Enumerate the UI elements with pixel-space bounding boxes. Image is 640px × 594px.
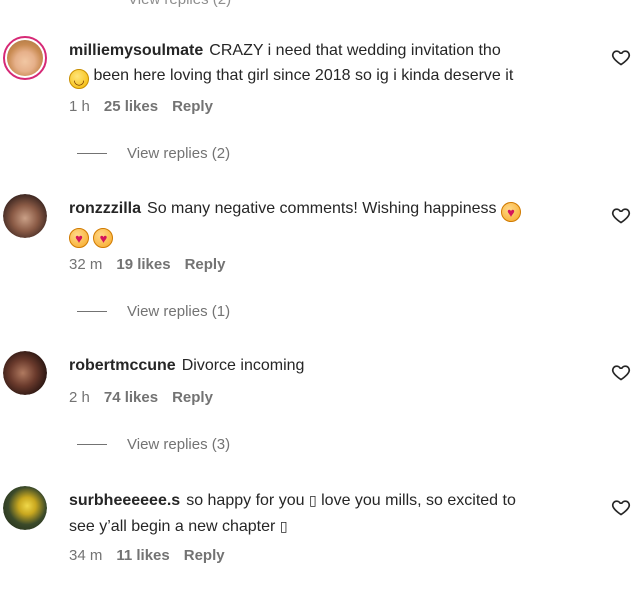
comment-likes[interactable]: 25 likes — [104, 98, 158, 115]
smiling-face-with-hearts-emoji: ♥ — [69, 228, 89, 248]
comment-time: 32 m — [69, 256, 103, 273]
comment-likes[interactable]: 74 likes — [104, 389, 158, 406]
unsupported-glyph: ▯ — [308, 493, 317, 509]
comment-text: robertmccune Divorce incoming — [69, 353, 609, 378]
smiling-face-with-hearts-emoji: ♥ — [500, 202, 521, 222]
avatar[interactable] — [3, 36, 47, 80]
comment-likes[interactable]: 19 likes — [116, 256, 170, 273]
divider-line — [77, 444, 107, 445]
avatar[interactable] — [3, 194, 47, 238]
reply-button[interactable]: Reply — [172, 389, 213, 406]
comment-body-cont: been here loving that girl since 2018 so… — [93, 67, 514, 84]
comment-text: ronzzzilla So many negative comments! Wis… — [69, 196, 609, 248]
reply-button[interactable]: Reply — [184, 547, 225, 564]
view-replies-button[interactable]: View replies (2) — [77, 145, 230, 162]
grin-emoji: ◡ — [69, 69, 89, 89]
view-replies-button[interactable]: View replies (3) — [77, 436, 230, 453]
comment-meta: 34 m 11 likes Reply — [69, 547, 239, 564]
comment-body-cont: see y’all begin a new chapter — [69, 518, 276, 535]
view-replies-button[interactable]: View replies (1) — [77, 303, 230, 320]
view-replies-label: View replies (1) — [127, 303, 231, 320]
comment-meta: 2 h 74 likes Reply — [69, 389, 227, 406]
smiling-face-with-hearts-emoji: ♥ — [93, 228, 114, 248]
comment-username[interactable]: milliemysoulmate — [69, 42, 203, 59]
reply-button[interactable]: Reply — [185, 256, 226, 273]
comment-text: surbheeeeee.s so happy for you ▯ love you… — [69, 488, 609, 540]
comment-meta: 32 m 19 likes Reply — [69, 256, 239, 273]
view-replies-label: View replies (2) — [127, 145, 231, 162]
comment-text: milliemysoulmate CRAZY i need that weddin… — [69, 38, 609, 89]
comment-time: 34 m — [69, 547, 103, 564]
divider-line — [77, 311, 107, 312]
heart-outline-icon[interactable] — [611, 47, 631, 67]
view-replies-partial[interactable]: View replies (2) — [128, 0, 231, 8]
heart-outline-icon[interactable] — [611, 497, 631, 517]
reply-button[interactable]: Reply — [172, 98, 213, 115]
comment-body: Divorce incoming — [181, 357, 305, 374]
comment-username[interactable]: ronzzzilla — [69, 200, 141, 217]
heart-outline-icon[interactable] — [611, 205, 631, 225]
comment-likes[interactable]: 11 likes — [116, 547, 169, 564]
comment-meta: 1 h 25 likes Reply — [69, 98, 227, 115]
comment-time: 2 h — [69, 389, 90, 406]
heart-outline-icon[interactable] — [611, 362, 631, 382]
comment-body: CRAZY i need that wedding invitation tho — [209, 42, 501, 59]
comment-username[interactable]: surbheeeeee.s — [69, 492, 180, 509]
comment-body: so happy for you — [186, 492, 305, 509]
unsupported-glyph: ▯ — [279, 519, 288, 535]
avatar[interactable] — [3, 486, 47, 530]
view-replies-label: View replies (3) — [127, 436, 231, 453]
divider-line — [77, 153, 107, 154]
comment-username[interactable]: robertmccune — [69, 357, 176, 374]
comment-time: 1 h — [69, 98, 90, 115]
comment-body-cont: love you mills, so excited to — [321, 492, 516, 509]
comment-body: So many negative comments! Wishing happi… — [147, 200, 497, 217]
avatar[interactable] — [3, 351, 47, 395]
